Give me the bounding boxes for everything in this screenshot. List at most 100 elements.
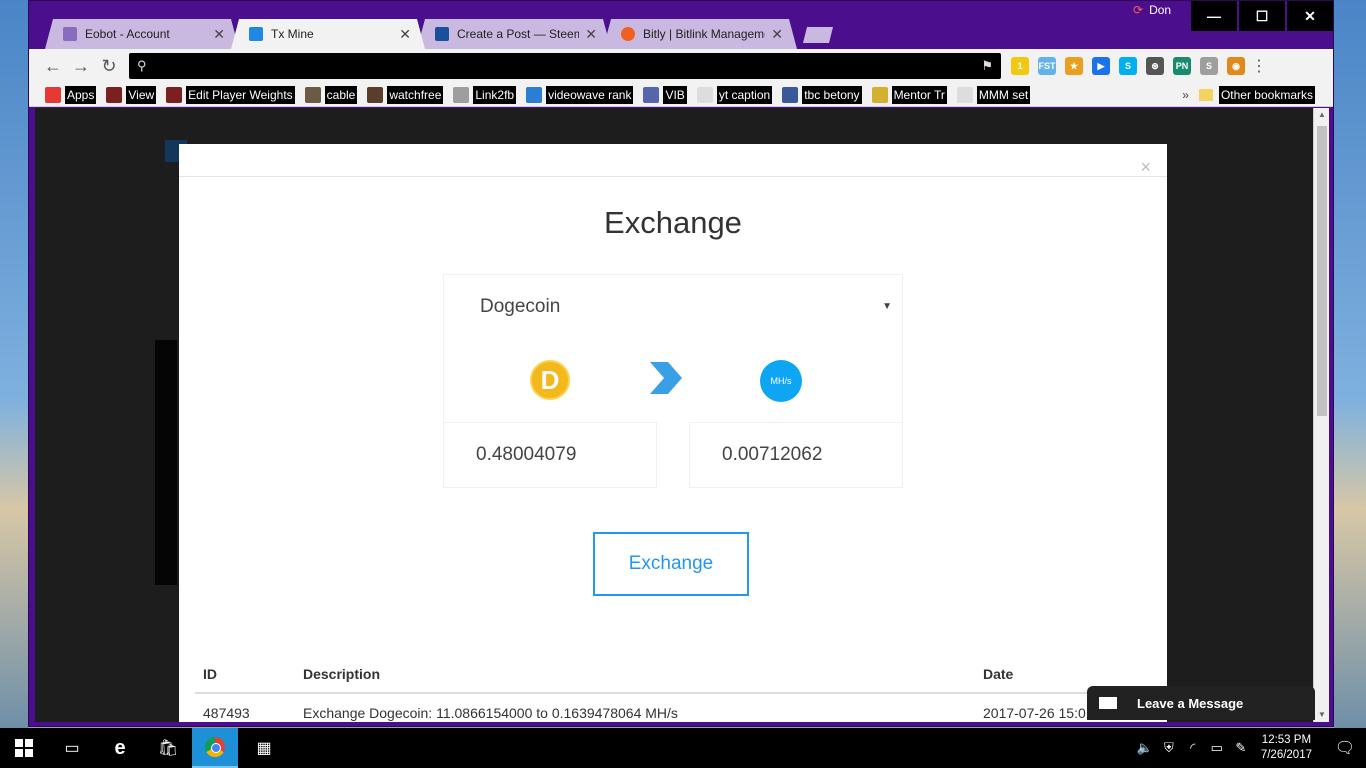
bookmark-item[interactable]: yt caption — [696, 85, 773, 104]
bookmarks-overflow-icon[interactable]: » — [1182, 88, 1189, 102]
tab-close-icon[interactable]: ✕ — [585, 26, 597, 43]
bookmark-item[interactable]: Mentor Tr — [871, 85, 947, 104]
tab-steemit[interactable]: Create a Post — Steemit ✕ — [417, 19, 611, 49]
mhs-icon: MH/s — [760, 360, 802, 402]
system-tray: 🔈 ⛨ ◜ ▭ ✎ 12:53 PM 7/26/2017 🗨 — [1133, 728, 1366, 768]
tab-tx-mine[interactable]: Tx Mine ✕ — [231, 19, 425, 49]
to-amount-field[interactable]: 0.00712062 — [689, 422, 903, 488]
edge-icon[interactable]: e — [96, 728, 144, 768]
bookmark-favicon-icon — [643, 86, 660, 103]
extension-tray: 1 FST ★ ▶ S ⊛ PN S ◉ — [1011, 57, 1245, 75]
bookmark-favicon-icon — [106, 86, 123, 103]
pen-icon[interactable]: ✎ — [1229, 740, 1253, 756]
notes-extension-icon[interactable]: 1 — [1011, 57, 1029, 75]
bookmark-favicon-icon — [956, 86, 973, 103]
modal-close-icon[interactable]: × — [1140, 158, 1151, 176]
clock-date: 7/26/2017 — [1260, 749, 1312, 761]
bookmark-item[interactable]: watchfree — [367, 85, 444, 104]
address-bar[interactable]: ⚲ ⚑ — [129, 53, 1001, 79]
minimize-button[interactable]: — — [1191, 1, 1237, 31]
chrome-menu-icon[interactable]: ⋮ — [1251, 56, 1267, 76]
bookmark-item[interactable]: VIB — [643, 85, 687, 104]
tab-close-icon[interactable]: ✕ — [771, 26, 783, 43]
desktop-wallpaper-right — [1334, 0, 1366, 728]
leave-message-widget[interactable]: Leave a Message — [1087, 686, 1315, 720]
tab-close-icon[interactable]: ✕ — [213, 26, 225, 43]
bookmark-label: videowave rank — [546, 85, 634, 104]
conversion-row: D MH/s — [443, 338, 903, 422]
award-extension-icon[interactable]: ★ — [1065, 57, 1083, 75]
bookmark-favicon-icon — [304, 86, 321, 103]
bookmark-favicon-icon — [871, 86, 888, 103]
bookmark-item[interactable]: Link2fb — [453, 85, 517, 104]
page-scrollbar[interactable]: ▲ ▼ — [1313, 108, 1329, 722]
pin-icon[interactable]: ⚑ — [981, 58, 993, 74]
from-amount-field[interactable]: 0.48004079 — [443, 422, 657, 488]
coin-select-value: Dogecoin — [480, 295, 561, 317]
caret-down-icon: ▼ — [882, 301, 892, 312]
fst-extension-icon[interactable]: FST — [1038, 57, 1056, 75]
forward-icon[interactable]: → — [67, 56, 95, 77]
task-view-icon[interactable]: ▭ — [48, 728, 96, 768]
bookmark-label: View — [126, 85, 157, 104]
play-extension-icon[interactable]: ▶ — [1092, 57, 1110, 75]
bitly-favicon-icon — [621, 27, 635, 41]
eobot-favicon-icon — [63, 27, 77, 41]
tab-close-icon[interactable]: ✕ — [399, 26, 411, 43]
clock[interactable]: 12:53 PM 7/26/2017 — [1261, 733, 1312, 763]
store-icon[interactable]: 🛍 — [144, 728, 192, 768]
wifi-icon[interactable]: ◜ — [1181, 740, 1205, 756]
profile-sync-icon: ⟳ — [1133, 3, 1144, 17]
new-tab-button[interactable] — [803, 27, 833, 43]
tab-label: Eobot - Account — [85, 27, 170, 41]
reload-icon[interactable]: ↻ — [95, 56, 123, 77]
envelope-icon — [1099, 697, 1117, 709]
bookmark-item[interactable]: videowave rank — [526, 85, 634, 104]
arrow-right-icon — [650, 362, 682, 394]
bookmark-item[interactable]: MMM set — [956, 85, 1031, 104]
other-bookmarks[interactable]: Other bookmarks — [1198, 85, 1315, 104]
transaction-table: ID Description Date 487493 Exchange Doge… — [195, 660, 1165, 722]
browser-window: Eobot - Account ✕ Tx Mine ✕ Create a Pos… — [28, 0, 1334, 727]
column-header-id: ID — [195, 660, 295, 694]
start-button[interactable] — [0, 728, 48, 768]
bookmark-item[interactable]: View — [106, 85, 157, 104]
taskbar: ▭ e 🛍 ▦ 🔈 ⛨ ◜ ▭ ✎ 12:53 PM 7/26/2017 🗨 — [0, 728, 1366, 768]
windows-favicon-icon — [249, 27, 263, 41]
scroll-up-icon[interactable]: ▲ — [1314, 108, 1329, 122]
action-center-icon[interactable]: 🗨 — [1324, 738, 1366, 758]
maximize-button[interactable]: ☐ — [1239, 1, 1285, 31]
bookmark-item[interactable]: Apps — [45, 85, 97, 104]
windows-logo-icon — [15, 739, 33, 757]
defender-icon[interactable]: ⛨ — [1157, 740, 1181, 756]
skype-extension-icon[interactable]: S — [1119, 57, 1137, 75]
close-button[interactable]: ✕ — [1287, 1, 1333, 31]
bookmark-item[interactable]: cable — [304, 85, 358, 104]
exchange-button[interactable]: Exchange — [593, 532, 749, 596]
calculator-icon[interactable]: ▦ — [240, 728, 288, 768]
modal-title: Exchange — [604, 205, 742, 240]
chrome-taskbar-button[interactable] — [192, 728, 238, 768]
s-extension-icon[interactable]: S — [1200, 57, 1218, 75]
exchange-panel: Dogecoin ▼ D MH/s 0.48004079 0.00712062 — [443, 274, 903, 488]
volume-icon[interactable]: 🔈 — [1133, 740, 1157, 756]
coin-select[interactable]: Dogecoin ▼ — [443, 274, 903, 338]
camera-extension-icon[interactable]: ◉ — [1227, 57, 1245, 75]
tab-eobot-account[interactable]: Eobot - Account ✕ — [45, 19, 239, 49]
profile-badge[interactable]: ⟳ Don — [1133, 3, 1171, 17]
scroll-thumb[interactable] — [1317, 126, 1327, 416]
bookmark-item[interactable]: Edit Player Weights — [166, 85, 295, 104]
battery-icon[interactable]: ▭ — [1205, 740, 1229, 756]
background-panel — [155, 340, 177, 585]
bookmark-item[interactable]: tbc betony — [782, 85, 862, 104]
pn-extension-icon[interactable]: PN — [1173, 57, 1191, 75]
bookmark-label: watchfree — [387, 85, 444, 104]
back-icon[interactable]: ← — [39, 56, 67, 77]
openai-extension-icon[interactable]: ⊛ — [1146, 57, 1164, 75]
browser-toolbar: ← → ↻ ⚲ ⚑ 1 FST ★ ▶ S ⊛ PN S ◉ ⋮ — [29, 49, 1333, 83]
tab-bitly[interactable]: Bitly | Bitlink Managemer ✕ — [603, 19, 797, 49]
table-row: 487493 Exchange Dogecoin: 11.0866154000 … — [195, 693, 1165, 722]
scroll-down-icon[interactable]: ▼ — [1314, 708, 1329, 722]
bookmark-label: VIB — [663, 85, 687, 104]
dogecoin-icon: D — [530, 360, 570, 400]
